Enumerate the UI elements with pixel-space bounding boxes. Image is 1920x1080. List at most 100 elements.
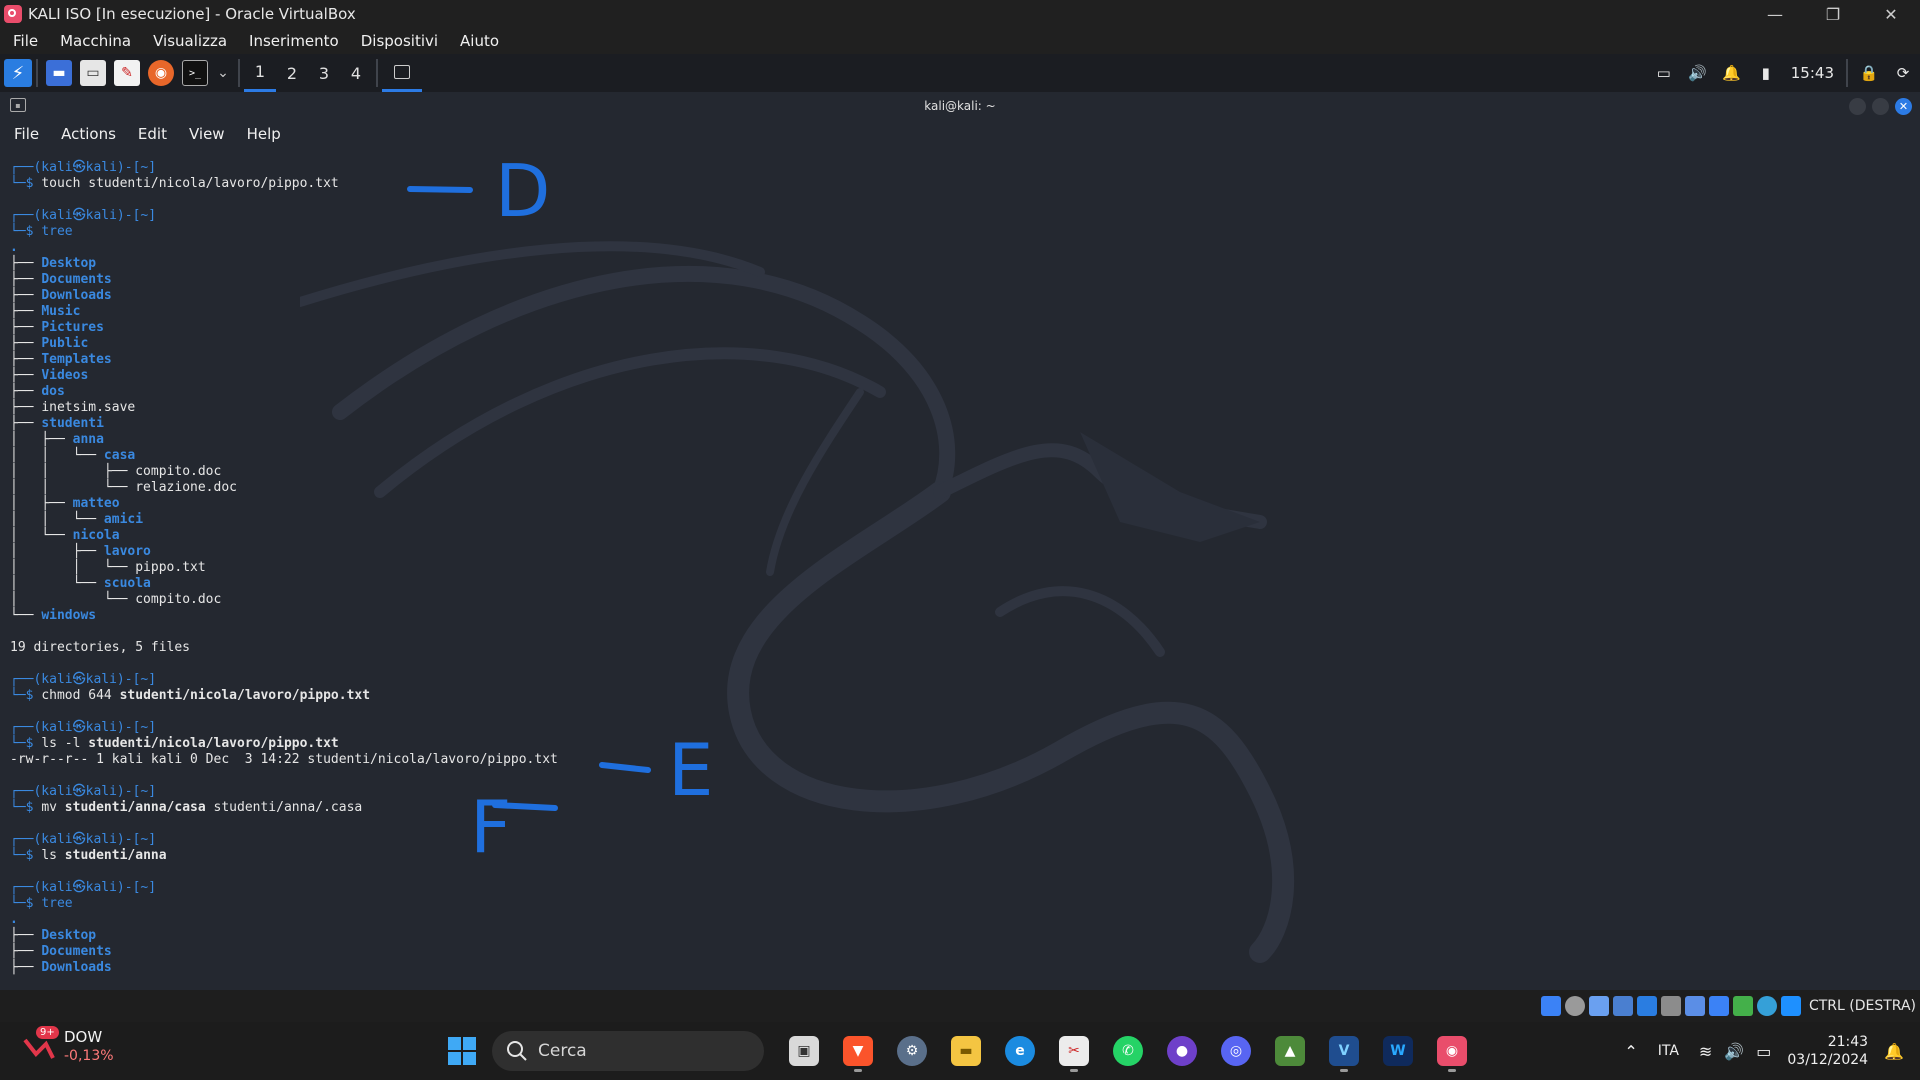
discord-icon[interactable]: ◎: [1214, 1029, 1258, 1073]
tree-directory: studenti: [41, 416, 104, 431]
power-icon[interactable]: ⟳: [1888, 58, 1918, 88]
vbox-audio-icon[interactable]: [1588, 996, 1609, 1016]
tree-branch: ├──: [10, 368, 42, 383]
vbox-display-icon[interactable]: [1684, 996, 1705, 1016]
tree-line: │ ├── anna: [10, 432, 558, 448]
whatsapp-icon[interactable]: ✆: [1106, 1029, 1150, 1073]
speaker-icon[interactable]: 🔊: [1724, 1042, 1744, 1061]
tree-branch: ├──: [10, 304, 42, 319]
terminal-menu-help[interactable]: Help: [233, 125, 289, 143]
tree-branch: ├──: [10, 272, 42, 287]
tree-branch: │ │ └──: [10, 560, 136, 575]
vbox-statusbar: CTRL (DESTRA): [0, 990, 1920, 1022]
panel-clock[interactable]: 15:43: [1791, 64, 1834, 82]
chevron-down-icon[interactable]: ⌄: [216, 60, 230, 86]
firefox-icon[interactable]: ◉: [148, 60, 174, 86]
terminal-minimize-button[interactable]: [1849, 98, 1866, 115]
settings-icon[interactable]: ⚙: [890, 1029, 934, 1073]
terminal-menu-edit[interactable]: Edit: [124, 125, 175, 143]
language-indicator[interactable]: ITA: [1658, 1043, 1679, 1059]
vbox-hdd-icon[interactable]: [1540, 996, 1561, 1016]
restore-button[interactable]: ❐: [1804, 0, 1862, 28]
menu-inserimento[interactable]: Inserimento: [236, 32, 348, 50]
webex-icon[interactable]: W: [1376, 1029, 1420, 1073]
vbox-mouse-icon[interactable]: [1756, 996, 1777, 1016]
menu-dispositivi[interactable]: Dispositivi: [348, 32, 447, 50]
menu-macchina[interactable]: Macchina: [47, 32, 140, 50]
windows-start-icon[interactable]: [442, 1031, 482, 1071]
workspace-2[interactable]: 2: [276, 54, 308, 92]
snipping-tool-icon[interactable]: ✂: [1052, 1029, 1096, 1073]
tree-branch: ├──: [10, 928, 42, 943]
chevron-up-icon[interactable]: ⌃: [1624, 1042, 1637, 1061]
menu-visualizza[interactable]: Visualizza: [140, 32, 236, 50]
terminal-window[interactable]: ▪ kali@kali: ~ ✕ File Actions Edit View …: [0, 92, 1920, 990]
notification-center-icon[interactable]: 🔔: [1884, 1042, 1904, 1061]
terminal-menu-actions[interactable]: Actions: [47, 125, 124, 143]
vbox-optical-icon[interactable]: [1564, 996, 1585, 1016]
tree-directory: Downloads: [41, 288, 112, 303]
show-desktop-icon[interactable]: ▬: [46, 60, 72, 86]
workspace-4[interactable]: 4: [340, 54, 372, 92]
terminal-output[interactable]: ┌──(kali㉿kali)-[~] └─$ touch studenti/ni…: [10, 160, 558, 976]
volume-icon[interactable]: 🔊: [1683, 58, 1713, 88]
menu-aiuto[interactable]: Aiuto: [447, 32, 508, 50]
edge-icon[interactable]: e: [998, 1029, 1042, 1073]
tree-branch: │ ├──: [10, 496, 73, 511]
workspace-3[interactable]: 3: [308, 54, 340, 92]
text-editor-icon[interactable]: ✎: [114, 60, 140, 86]
tree-directory: Desktop: [41, 928, 97, 943]
vbox-usb-icon[interactable]: [1636, 996, 1657, 1016]
battery-icon[interactable]: ▭: [1756, 1042, 1771, 1061]
kali-menu-icon[interactable]: ⚡: [4, 59, 32, 87]
taskbar-terminal-window[interactable]: [382, 54, 422, 92]
terminal-menu-file[interactable]: File: [0, 125, 47, 143]
tree-directory: amici: [103, 512, 144, 527]
battery-icon[interactable]: ▮: [1751, 58, 1781, 88]
vbox-keyboard-icon[interactable]: [1780, 996, 1801, 1016]
minimize-button[interactable]: —: [1746, 0, 1804, 28]
search-icon: [506, 1040, 528, 1062]
taskbar-clock[interactable]: 21:43 03/12/2024: [1787, 1033, 1868, 1069]
terminal-close-button[interactable]: ✕: [1895, 98, 1912, 115]
vbox-recording-icon[interactable]: [1708, 996, 1729, 1016]
task-view-icon[interactable]: ▣: [782, 1029, 826, 1073]
display-icon[interactable]: ▭: [1649, 58, 1679, 88]
tree-file: pippo.txt: [135, 560, 206, 575]
file-manager-icon[interactable]: ▭: [80, 60, 106, 86]
wifi-icon[interactable]: ≋: [1699, 1042, 1712, 1061]
command-line: └─$ chmod 644 studenti/nicola/lavoro/pip…: [10, 688, 558, 704]
vbox-network-icon[interactable]: [1612, 996, 1633, 1016]
tree-branch: ├──: [10, 320, 42, 335]
vbox-shared-folder-icon[interactable]: [1660, 996, 1681, 1016]
notification-bell-icon[interactable]: 🔔: [1717, 58, 1747, 88]
stock-widget[interactable]: 9+ DOW -0,13%: [22, 1026, 114, 1066]
terminal-menu-view[interactable]: View: [175, 125, 233, 143]
prompt-line: ┌──(kali㉿kali)-[~]: [10, 832, 157, 847]
vbox-cpu-icon[interactable]: [1732, 996, 1753, 1016]
tree-branch: │ ├──: [10, 432, 73, 447]
lock-icon[interactable]: 🔒: [1854, 58, 1884, 88]
workspace-1[interactable]: 1: [244, 54, 276, 92]
tree-branch: │ │ └──: [10, 448, 104, 463]
close-button[interactable]: ✕: [1862, 0, 1920, 28]
virtualbox-taskbar-icon[interactable]: ◉: [1430, 1029, 1474, 1073]
tree-branch: │ └──: [10, 576, 104, 591]
app-icon[interactable]: ▲: [1268, 1029, 1312, 1073]
file-explorer-icon[interactable]: ▬: [944, 1029, 988, 1073]
search-placeholder: Cerca: [538, 1041, 587, 1061]
github-icon[interactable]: ●: [1160, 1029, 1204, 1073]
terminal-maximize-button[interactable]: [1872, 98, 1889, 115]
command-line: └─$ touch studenti/nicola/lavoro/pippo.t…: [10, 176, 558, 192]
taskbar-search[interactable]: Cerca: [492, 1031, 764, 1071]
visual-studio-icon[interactable]: V: [1322, 1029, 1366, 1073]
tree-directory: Downloads: [41, 960, 112, 975]
host-key-label: CTRL (DESTRA): [1808, 998, 1916, 1014]
command-name: ls -l: [41, 736, 81, 751]
brave-icon[interactable]: ▼: [836, 1029, 880, 1073]
menu-file[interactable]: File: [0, 32, 47, 50]
tree-branch: ├──: [10, 288, 42, 303]
terminal-launcher-icon[interactable]: >_: [182, 60, 208, 86]
